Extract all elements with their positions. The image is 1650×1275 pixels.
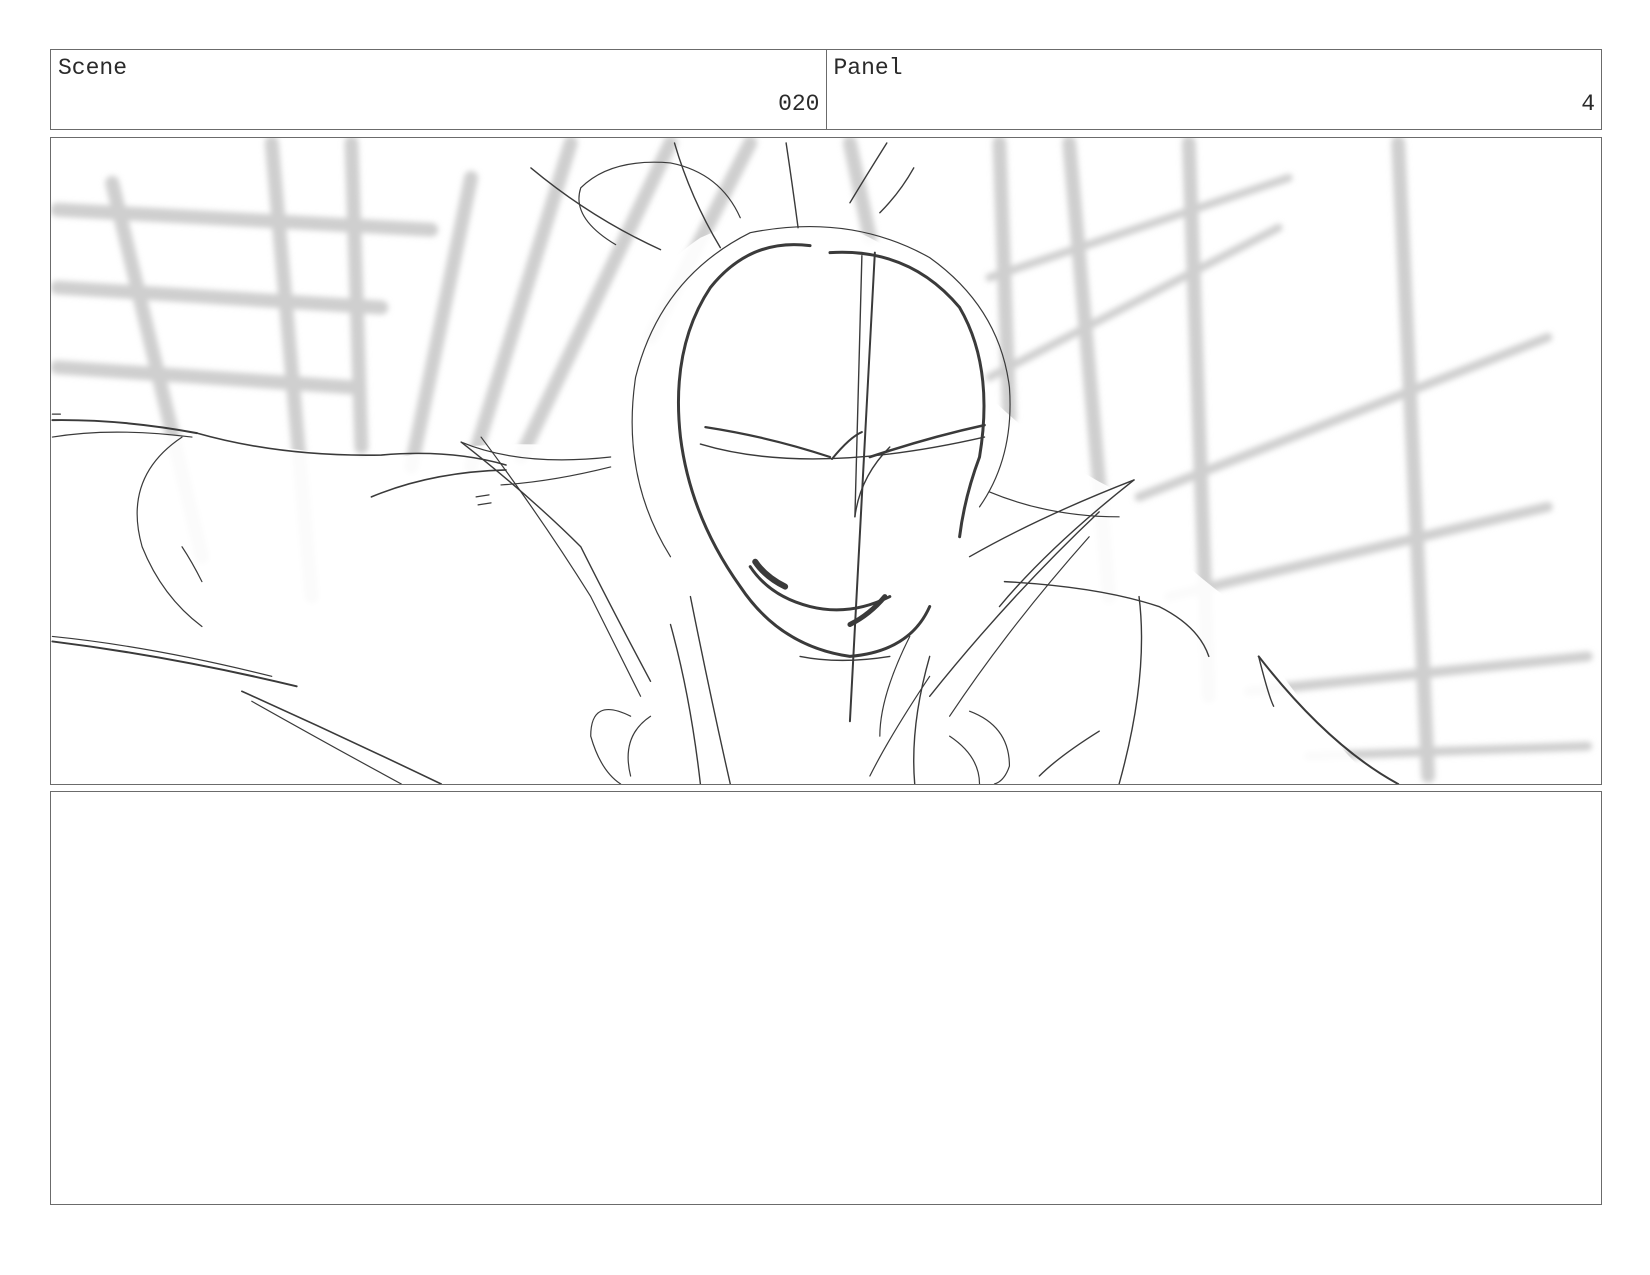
- scene-cell: Scene 020: [51, 50, 826, 129]
- panel-cell: Panel 4: [825, 50, 1602, 129]
- panel-label: Panel: [833, 55, 903, 81]
- storyboard-header: Scene 020 Panel 4: [50, 49, 1602, 130]
- notes-area[interactable]: [50, 791, 1602, 1205]
- scene-number[interactable]: 020: [778, 91, 819, 117]
- storyboard-frame: [50, 137, 1602, 785]
- sketch-drawing: [51, 138, 1593, 784]
- panel-number[interactable]: 4: [1581, 91, 1595, 117]
- scene-label: Scene: [58, 55, 128, 81]
